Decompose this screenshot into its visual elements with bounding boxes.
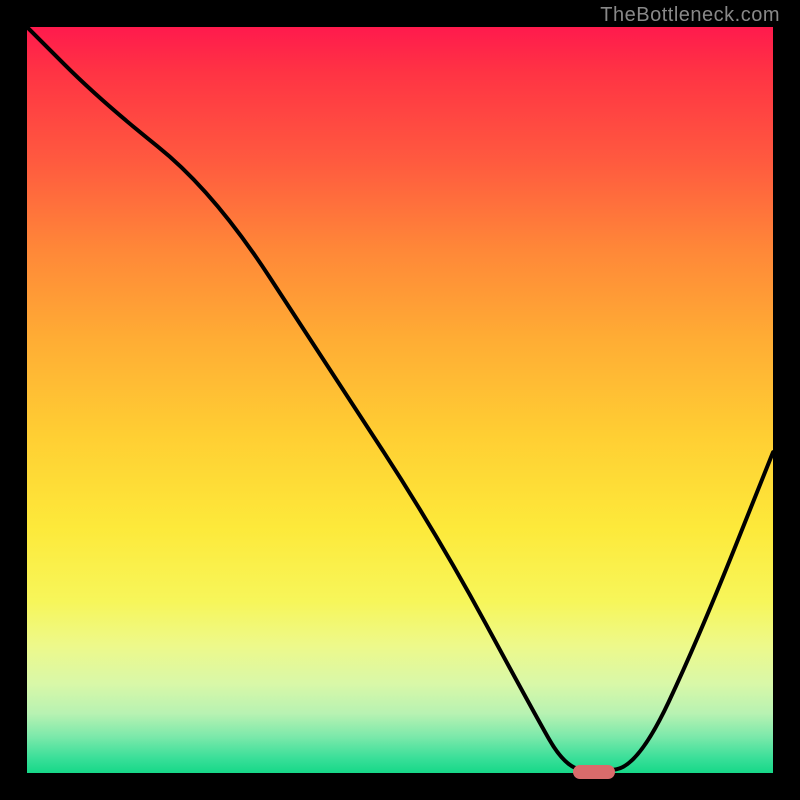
curve-path <box>27 27 773 771</box>
bottleneck-curve <box>27 27 773 773</box>
optimal-marker <box>573 765 615 779</box>
chart-plot-area <box>27 27 773 773</box>
attribution-text: TheBottleneck.com <box>600 4 780 27</box>
